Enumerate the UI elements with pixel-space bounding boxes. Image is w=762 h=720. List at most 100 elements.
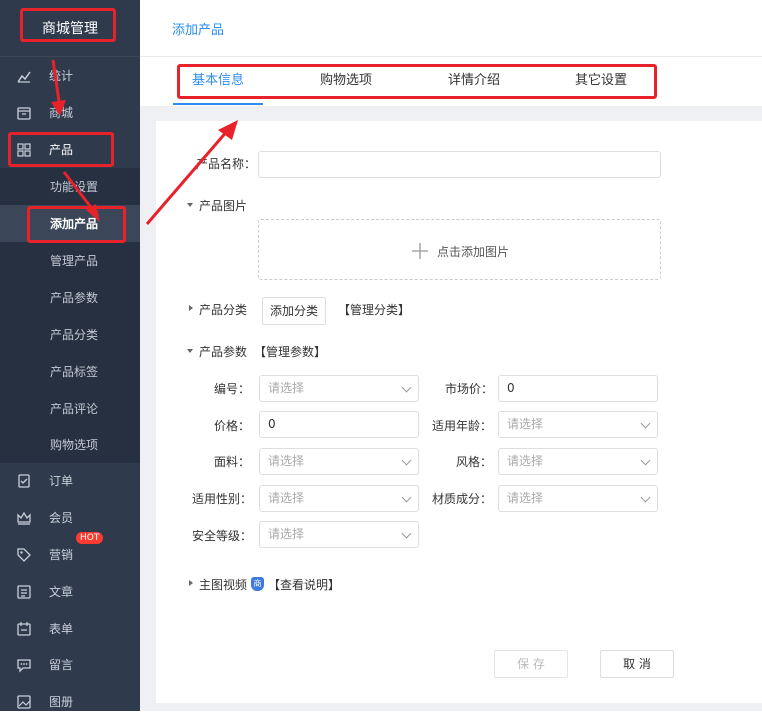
chevron-down-icon bbox=[401, 455, 412, 466]
submenu-item-shopping-options[interactable]: 购物选项 bbox=[0, 426, 140, 463]
submenu-label: 产品标签 bbox=[50, 365, 99, 379]
material-label: 材质成分： bbox=[432, 492, 493, 506]
submenu-item-product-tags[interactable]: 产品标签 bbox=[0, 353, 140, 390]
select-value: 请选择 bbox=[507, 491, 544, 505]
sidebar: 商城管理 统计 商城 产品 功能设置 添加产品 管理产品 产品参数 产品分类 产… bbox=[0, 0, 140, 711]
price-label: 价格： bbox=[214, 419, 251, 433]
sidebar-item-label: 留言 bbox=[49, 658, 74, 672]
caret-right-icon bbox=[189, 580, 193, 586]
sidebar-item-stats[interactable]: 统计 bbox=[0, 57, 140, 94]
submenu-label: 添加产品 bbox=[50, 217, 99, 231]
active-tab-indicator bbox=[173, 103, 263, 105]
safety-label: 安全等级： bbox=[192, 529, 253, 543]
caret-down-icon bbox=[187, 349, 193, 353]
market-price-input[interactable]: 0 bbox=[498, 375, 658, 402]
sidebar-item-product[interactable]: 产品 bbox=[0, 131, 140, 168]
shield-badge-icon: 商 bbox=[251, 577, 264, 591]
sidebar-item-marketing[interactable]: 营销 bbox=[0, 536, 140, 573]
content-gutter-bottom bbox=[156, 703, 762, 711]
select-value: 请选择 bbox=[268, 527, 305, 541]
plus-icon bbox=[412, 243, 428, 259]
submenu-label: 购物选项 bbox=[50, 438, 99, 452]
product-name-label: 产品名称： bbox=[196, 157, 257, 171]
manage-params-link[interactable]: 【管理参数】 bbox=[254, 344, 326, 360]
tab-bar: 基本信息 购物选项 详情介绍 其它设置 bbox=[140, 57, 762, 106]
sidebar-item-label: 图册 bbox=[49, 695, 74, 709]
product-params-label: 产品参数 bbox=[199, 345, 248, 359]
sidebar-item-orders[interactable]: 订单 bbox=[0, 462, 140, 499]
chart-line-icon bbox=[16, 68, 32, 84]
sidebar-item-label: 表单 bbox=[49, 622, 74, 636]
submenu-item-product-params[interactable]: 产品参数 bbox=[0, 279, 140, 316]
sidebar-item-label: 产品 bbox=[49, 143, 74, 157]
age-select[interactable]: 请选择 bbox=[498, 411, 658, 438]
cancel-button[interactable]: 取 消 bbox=[600, 650, 674, 678]
select-value: 请选择 bbox=[268, 491, 305, 505]
sidebar-item-label: 订单 bbox=[49, 474, 74, 488]
sidebar-item-gallery[interactable]: 图册 bbox=[0, 683, 140, 720]
tab-shopping-options[interactable]: 购物选项 bbox=[320, 72, 372, 90]
submenu-item-add-product[interactable]: 添加产品 bbox=[0, 205, 140, 242]
product-category-label: 产品分类 bbox=[199, 303, 248, 317]
crown-icon bbox=[16, 510, 32, 526]
add-category-button[interactable]: 添加分类 bbox=[262, 297, 326, 325]
chevron-down-icon bbox=[640, 418, 651, 429]
style-label: 风格： bbox=[456, 455, 493, 469]
content-gutter bbox=[140, 121, 156, 711]
product-image-label: 产品图片 bbox=[199, 199, 248, 213]
style-select[interactable]: 请选择 bbox=[498, 448, 658, 475]
store-icon bbox=[16, 105, 32, 121]
submenu-label: 产品分类 bbox=[50, 328, 99, 342]
submenu-item-product-reviews[interactable]: 产品评论 bbox=[0, 390, 140, 427]
tab-other-settings[interactable]: 其它设置 bbox=[575, 72, 627, 90]
select-value: 请选择 bbox=[268, 454, 305, 468]
submenu-label: 管理产品 bbox=[50, 254, 99, 268]
sidebar-item-label: 会员 bbox=[49, 511, 74, 525]
sidebar-logo[interactable]: 商城管理 bbox=[0, 0, 140, 57]
save-button[interactable]: 保 存 bbox=[494, 650, 568, 678]
sidebar-item-messages[interactable]: 留言 bbox=[0, 646, 140, 683]
gender-label: 适用性别： bbox=[192, 492, 253, 506]
chevron-down-icon bbox=[401, 382, 412, 393]
video-help-link[interactable]: 【查看说明】 bbox=[268, 577, 340, 593]
message-icon bbox=[16, 657, 32, 673]
fabric-select[interactable]: 请选择 bbox=[259, 448, 419, 475]
video-label: 主图视频 bbox=[199, 578, 248, 592]
caret-down-icon bbox=[187, 203, 193, 207]
chevron-down-icon bbox=[640, 455, 651, 466]
select-value: 请选择 bbox=[507, 417, 544, 431]
submenu-item-settings[interactable]: 功能设置 bbox=[0, 168, 140, 205]
price-input[interactable]: 0 bbox=[259, 411, 419, 438]
sidebar-item-label: 营销 bbox=[49, 548, 74, 562]
submenu-item-product-category[interactable]: 产品分类 bbox=[0, 316, 140, 353]
gender-select[interactable]: 请选择 bbox=[259, 485, 419, 512]
age-label: 适用年龄： bbox=[432, 419, 493, 433]
sidebar-item-articles[interactable]: 文章 bbox=[0, 573, 140, 610]
safety-select[interactable]: 请选择 bbox=[259, 521, 419, 548]
tag-icon bbox=[16, 547, 32, 563]
hot-badge: HOT bbox=[76, 532, 104, 544]
grid-icon bbox=[16, 142, 32, 158]
product-name-input[interactable] bbox=[258, 151, 661, 178]
sidebar-item-label: 统计 bbox=[49, 69, 74, 83]
sidebar-item-store[interactable]: 商城 bbox=[0, 94, 140, 131]
manage-category-link[interactable]: 【管理分类】 bbox=[338, 302, 410, 318]
sidebar-item-label: 商城 bbox=[49, 106, 74, 120]
submenu-item-manage-product[interactable]: 管理产品 bbox=[0, 242, 140, 279]
sidebar-item-forms[interactable]: 表单 bbox=[0, 610, 140, 647]
select-value: 请选择 bbox=[268, 381, 305, 395]
tab-details[interactable]: 详情介绍 bbox=[448, 72, 500, 90]
caret-right-icon bbox=[189, 305, 193, 311]
tab-basic-info[interactable]: 基本信息 bbox=[192, 72, 244, 90]
sidebar-item-members[interactable]: 会员 bbox=[0, 499, 140, 536]
upload-text: 点击添加图片 bbox=[437, 245, 510, 259]
chevron-down-icon bbox=[640, 492, 651, 503]
select-value: 请选择 bbox=[507, 454, 544, 468]
chevron-down-icon bbox=[401, 528, 412, 539]
code-select[interactable]: 请选择 bbox=[259, 375, 419, 402]
image-upload-area[interactable]: 点击添加图片 bbox=[258, 219, 661, 280]
market-price-label: 市场价： bbox=[445, 382, 494, 396]
calendar-icon bbox=[16, 621, 32, 637]
material-select[interactable]: 请选择 bbox=[498, 485, 658, 512]
list-icon bbox=[16, 584, 32, 600]
